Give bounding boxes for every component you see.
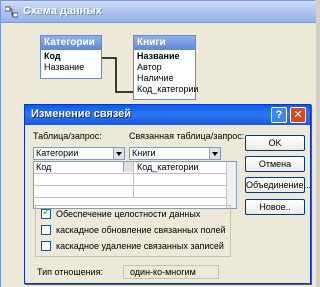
cascade-update-checkbox[interactable] <box>41 225 51 235</box>
grid-cell-related-field[interactable] <box>135 186 235 197</box>
grid-scrollbar[interactable] <box>226 162 236 208</box>
grid-cell-related-field[interactable]: Код_категории <box>135 162 235 173</box>
table-row <box>34 174 236 186</box>
related-table-label: Связанная таблица/запрос: <box>129 131 245 141</box>
cascade-update-checkbox-label[interactable]: каскадное обновление связанных полей <box>56 225 226 235</box>
relation-type-label: Тип отношения: <box>37 267 104 277</box>
relationships-icon <box>5 6 18 18</box>
grid-cell-primary-field[interactable]: Код <box>34 162 134 173</box>
join-type-button[interactable]: Объединение... <box>245 177 311 193</box>
close-icon[interactable]: ✕ <box>290 107 306 123</box>
join-fields-grid: Код Код_категории <box>33 161 237 209</box>
cascade-delete-checkbox-label[interactable]: каскадное удаление связанных записей <box>56 241 224 251</box>
grid-cell-related-field[interactable] <box>135 174 235 185</box>
dialog-title: Изменение связей <box>31 108 132 120</box>
table-field[interactable]: Код_категории <box>137 84 198 95</box>
table-box-title[interactable]: Категории <box>41 36 101 50</box>
related-table-value: Книги <box>132 148 156 158</box>
new-relationship-button[interactable]: Новое.. <box>245 199 305 215</box>
table-query-value: Категории <box>36 148 79 158</box>
related-table-select[interactable]: Книги <box>129 147 221 160</box>
chevron-down-icon[interactable] <box>113 148 124 159</box>
table-row: Код Код_категории <box>34 162 236 174</box>
table-row <box>34 186 236 198</box>
table-box-books[interactable]: Книги Название Автор Наличие Код_категор… <box>133 35 198 100</box>
help-icon[interactable]: ? <box>271 107 287 123</box>
schema-window-title: Схема данных <box>23 5 102 17</box>
table-query-label: Таблица/запрос: <box>33 131 102 141</box>
ok-button[interactable]: OK <box>245 135 305 151</box>
chevron-down-icon[interactable] <box>209 148 220 159</box>
schema-window-titlebar[interactable]: Схема данных <box>1 1 316 23</box>
table-field[interactable]: Автор <box>137 62 192 73</box>
table-box-title[interactable]: Книги <box>134 36 195 50</box>
cancel-button[interactable]: Отмена <box>245 156 305 172</box>
edit-relationships-dialog: Изменение связей ? ✕ Таблица/запрос: Свя… <box>24 104 311 284</box>
cascade-delete-checkbox[interactable] <box>41 241 51 251</box>
grid-cell-primary-field[interactable] <box>34 186 134 197</box>
chevron-down-icon[interactable] <box>123 162 133 172</box>
table-field[interactable]: Название <box>44 62 98 73</box>
relation-type-value: один-ко-многим <box>123 265 219 279</box>
integrity-checkbox[interactable] <box>41 208 51 219</box>
dialog-titlebar[interactable]: Изменение связей ? ✕ <box>25 105 310 125</box>
table-field[interactable]: Код <box>44 51 98 62</box>
table-query-select[interactable]: Категории <box>33 147 125 160</box>
grid-cell-primary-field[interactable] <box>34 174 134 185</box>
integrity-checkbox-label[interactable]: Обеспечение целостности данных <box>56 209 200 219</box>
table-box-categories[interactable]: Категории Код Название <box>40 35 102 79</box>
table-field[interactable]: Наличие <box>137 73 192 84</box>
table-field[interactable]: Название <box>137 51 192 62</box>
